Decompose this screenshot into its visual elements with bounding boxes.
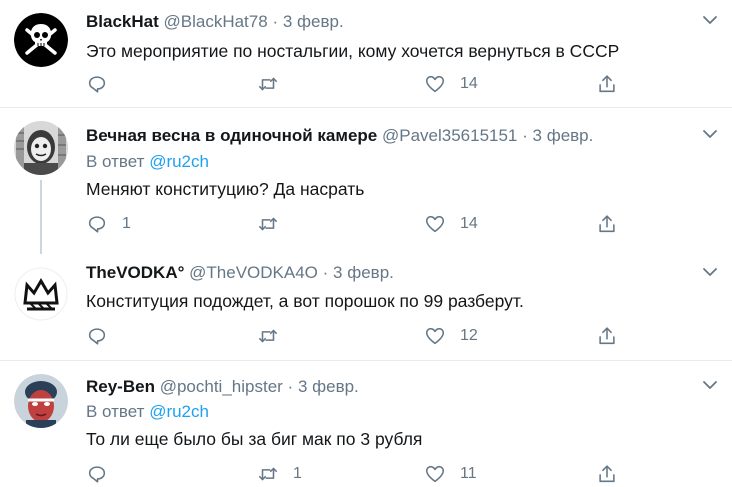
author-name[interactable]: TheVODKA°: [86, 263, 184, 282]
pirate-skull-icon: [14, 13, 68, 67]
retweet-count: 1: [293, 465, 302, 482]
like-count: 11: [460, 465, 477, 482]
reply-icon: [88, 328, 106, 345]
like-count: 14: [460, 75, 478, 92]
blackhat-avatar[interactable]: [14, 13, 68, 67]
thread-line: [40, 180, 42, 254]
reply-context: В ответ @ru2ch: [86, 152, 209, 172]
heart-icon: [425, 327, 445, 345]
tweet-date[interactable]: 3 февр.: [533, 126, 594, 145]
tweet-header: Вечная весна в одиночной камере @Pavel35…: [86, 126, 593, 146]
like-button[interactable]: 14: [424, 72, 478, 96]
thevodka-avatar[interactable]: [14, 267, 68, 321]
tweet-header: TheVODKA° @TheVODKA4O · 3 февр.: [86, 263, 394, 283]
retweet-button[interactable]: [257, 324, 293, 348]
reply-to-mention[interactable]: @ru2ch: [149, 402, 209, 421]
reply-count: 1: [122, 215, 131, 232]
separator-dot: ·: [522, 126, 528, 145]
reply-icon: [88, 466, 106, 483]
like-button[interactable]: 14: [424, 212, 478, 236]
tweet-text: Конституция подождет, а вот порошок по 9…: [86, 291, 524, 311]
like-button[interactable]: 11: [424, 462, 477, 486]
reply-button[interactable]: [86, 72, 122, 96]
tweet-header: Rey-Ben @pochti_hipster · 3 февр.: [86, 377, 359, 397]
chevron-down-icon[interactable]: [702, 264, 718, 280]
reply-button[interactable]: 1: [86, 212, 131, 236]
author-handle[interactable]: @Pavel35615151: [382, 126, 517, 145]
author-name[interactable]: Rey-Ben: [86, 377, 155, 396]
tweet-text: Меняют конституцию? Да насрать: [86, 179, 365, 199]
reply-icon: [88, 76, 106, 93]
share-icon: [599, 75, 615, 93]
reply-button[interactable]: [86, 462, 122, 486]
vechnaya-vesna-avatar[interactable]: [14, 121, 68, 175]
share-button[interactable]: [596, 212, 618, 236]
tweet-date[interactable]: 3 февр.: [298, 377, 359, 396]
heart-icon: [425, 215, 445, 233]
reply-to-label: В ответ: [86, 402, 145, 421]
tweet-actions: 1 11: [86, 462, 626, 486]
reply-to-mention[interactable]: @ru2ch: [149, 152, 209, 171]
tweet-3[interactable]: TheVODKA° @TheVODKA4O · 3 февр. Конститу…: [0, 254, 732, 360]
tweet-actions: 14: [86, 72, 626, 96]
retweet-icon: [258, 467, 278, 481]
chevron-down-icon[interactable]: [702, 377, 718, 393]
tweet-4[interactable]: Rey-Ben @pochti_hipster · 3 февр. В отве…: [0, 361, 732, 487]
retweet-button[interactable]: [257, 72, 293, 96]
crown-icon: [14, 267, 68, 321]
share-button[interactable]: [596, 324, 618, 348]
like-button[interactable]: 12: [424, 324, 478, 348]
author-handle[interactable]: @pochti_hipster: [160, 377, 283, 396]
separator-dot: ·: [287, 377, 294, 396]
separator-dot: ·: [322, 263, 329, 282]
author-handle[interactable]: @TheVODKA4O: [189, 263, 318, 282]
retweet-button[interactable]: 1: [257, 462, 302, 486]
chevron-down-icon[interactable]: [702, 126, 718, 142]
tweet-text: Это мероприятие по ностальгии, кому хоче…: [86, 41, 620, 61]
reply-to-label: В ответ: [86, 152, 145, 171]
retweet-button[interactable]: [257, 212, 293, 236]
retweet-icon: [258, 329, 278, 343]
tweet-text: То ли еще было бы за биг мак по 3 рубля: [86, 429, 423, 449]
author-name[interactable]: Вечная весна в одиночной камере: [86, 126, 377, 145]
tweet-date[interactable]: 3 февр.: [333, 263, 394, 282]
separator-dot: ·: [272, 12, 279, 31]
share-button[interactable]: [596, 462, 618, 486]
retweet-icon: [258, 217, 278, 231]
reply-icon: [88, 216, 106, 233]
chevron-down-icon[interactable]: [702, 12, 718, 28]
tweet-2[interactable]: Вечная весна в одиночной камере @Pavel35…: [0, 108, 732, 254]
share-icon: [599, 327, 615, 345]
tweet-1[interactable]: BlackHat @BlackHat78 · 3 февр. Это мероп…: [0, 0, 732, 107]
share-icon: [599, 215, 615, 233]
rey-ben-avatar[interactable]: [14, 374, 68, 428]
like-count: 14: [460, 215, 478, 232]
author-handle[interactable]: @BlackHat78: [164, 12, 268, 31]
retweet-icon: [258, 77, 278, 91]
tweet-actions: 12: [86, 324, 626, 348]
masked-face-icon: [14, 121, 68, 175]
share-button[interactable]: [596, 72, 618, 96]
heart-icon: [425, 75, 445, 93]
author-name[interactable]: BlackHat: [86, 12, 159, 31]
share-icon: [599, 465, 615, 483]
reply-context: В ответ @ru2ch: [86, 402, 209, 422]
tweet-date[interactable]: 3 февр.: [283, 12, 344, 31]
reply-button[interactable]: [86, 324, 122, 348]
like-count: 12: [460, 327, 478, 344]
heart-icon: [425, 465, 445, 483]
tweet-actions: 1 14: [86, 212, 626, 236]
tweet-header: BlackHat @BlackHat78 · 3 февр.: [86, 12, 344, 32]
painted-face-icon: [14, 374, 68, 428]
